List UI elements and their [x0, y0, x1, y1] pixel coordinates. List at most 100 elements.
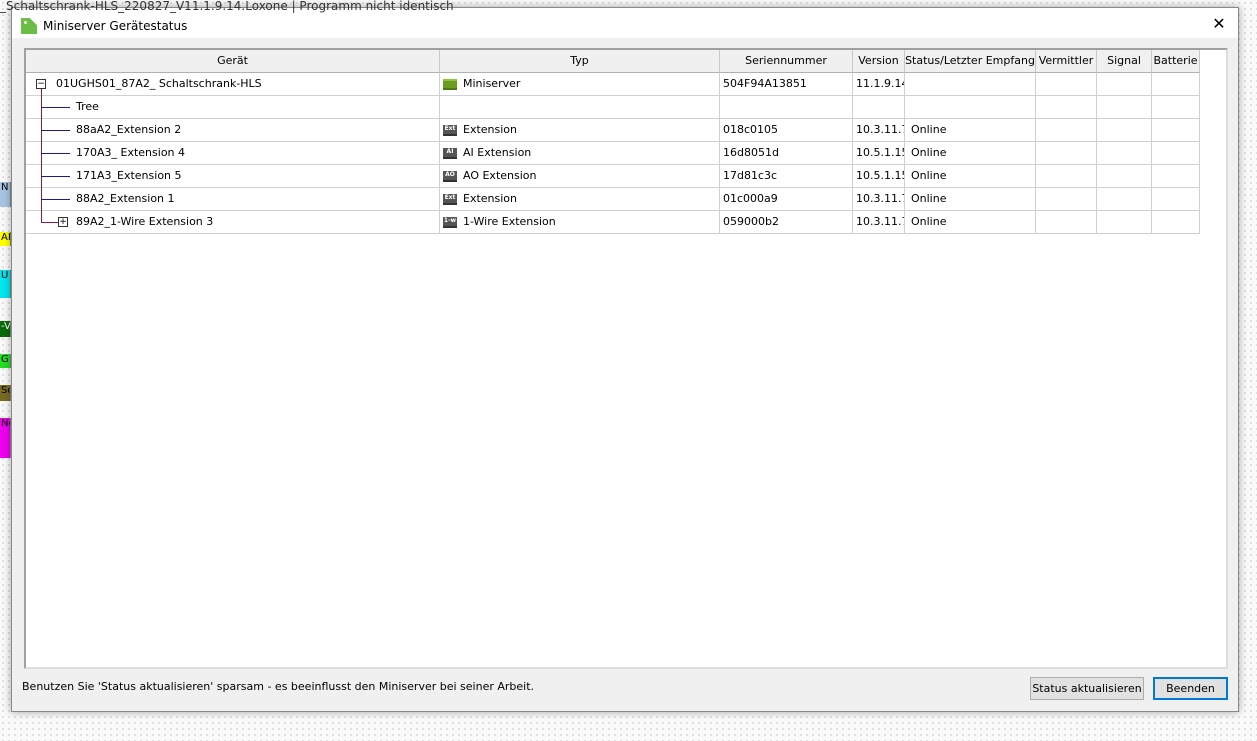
table-row[interactable]: 88A2_Extension 1 Ext Extension 01c000a9 10.3… — [26, 188, 1200, 211]
battery-cell — [1152, 165, 1200, 188]
tree-branch-line — [41, 199, 70, 200]
signal-cell — [1097, 165, 1152, 188]
header-version[interactable]: Version — [853, 50, 905, 73]
status-text: Online — [911, 123, 947, 136]
status-cell — [905, 96, 1036, 119]
device-name-cell: 89A2_1-Wire Extension 3 — [26, 211, 440, 234]
background-block-label: Ne — [0, 418, 11, 458]
type-cell — [440, 96, 720, 119]
table-row[interactable]: 171A3_Extension 5 AO AO Extension 17d81c3c 1… — [26, 165, 1200, 188]
background-block-label: AI — [0, 232, 11, 246]
serial-cell: 504F94A13851 — [720, 73, 853, 96]
status-cell: Online — [905, 165, 1036, 188]
status-cell: Online — [905, 119, 1036, 142]
expand-icon[interactable]: + — [58, 217, 68, 227]
background-block-label: U — [0, 270, 11, 298]
status-cell: Online — [905, 188, 1036, 211]
tree-branch-line — [41, 107, 70, 108]
version-cell: 10.5.1.15 — [853, 165, 905, 188]
signal-cell — [1097, 119, 1152, 142]
battery-cell — [1152, 119, 1200, 142]
header-seriennummer[interactable]: Seriennummer — [720, 50, 853, 73]
device-type: AI Extension — [463, 146, 532, 159]
signal-cell — [1097, 96, 1152, 119]
device-name-cell: Tree — [26, 96, 440, 119]
table-row[interactable]: 01UGHS01_87A2_ Schaltschrank-HLS Miniserv… — [26, 73, 1200, 96]
device-type: AO Extension — [463, 169, 537, 182]
status-cell — [905, 73, 1036, 96]
tree-branch-line — [41, 176, 70, 177]
header-status[interactable]: Status/Letzter Empfang — [905, 50, 1036, 73]
status-cell: Online — [905, 142, 1036, 165]
header-geraet[interactable]: Gerät — [26, 50, 440, 73]
loxone-config-icon — [21, 18, 37, 34]
close-button[interactable]: Beenden — [1153, 677, 1228, 700]
header-vermittler[interactable]: Vermittler — [1036, 50, 1097, 73]
type-cell: 1-w 1-Wire Extension — [440, 211, 720, 234]
type-cell: AI AI Extension — [440, 142, 720, 165]
table-header: Gerät Typ Seriennummer Version Status/Le… — [26, 50, 1200, 73]
device-status-dialog: Miniserver Gerätestatus ✕ Gerät Typ Seri… — [11, 7, 1239, 712]
ai-extension-icon: AI — [443, 147, 457, 159]
vermittler-cell — [1036, 165, 1097, 188]
miniserver-icon — [443, 78, 457, 90]
serial-cell: 059000b2 — [720, 211, 853, 234]
serial-cell: 018c0105 — [720, 119, 853, 142]
device-name-cell: 88A2_Extension 1 — [26, 188, 440, 211]
table-row[interactable]: 88aA2_Extension 2 Ext Extension 018c0105 10.… — [26, 119, 1200, 142]
device-name-cell: 170A3_ Extension 4 — [26, 142, 440, 165]
type-cell: AO AO Extension — [440, 165, 720, 188]
ao-extension-icon: AO — [443, 170, 457, 182]
battery-cell — [1152, 73, 1200, 96]
device-table: Gerät Typ Seriennummer Version Status/Le… — [24, 48, 1228, 669]
version-cell: 10.3.11.7 — [853, 188, 905, 211]
signal-cell — [1097, 142, 1152, 165]
version-cell — [853, 96, 905, 119]
background-block-label: -V — [0, 321, 11, 337]
battery-cell — [1152, 96, 1200, 119]
battery-cell — [1152, 188, 1200, 211]
extension-icon: Ext — [443, 124, 457, 136]
signal-cell — [1097, 73, 1152, 96]
serial-cell: 17d81c3c — [720, 165, 853, 188]
header-typ[interactable]: Typ — [440, 50, 720, 73]
table-row[interactable]: 89A2_1-Wire Extension 3 1-w 1-Wire Extensi… — [26, 211, 1200, 234]
device-type: Extension — [463, 192, 518, 205]
header-batterie[interactable]: Batterie — [1152, 50, 1200, 73]
type-cell: Ext Extension — [440, 188, 720, 211]
device-type: Miniserver — [463, 77, 521, 90]
vermittler-cell — [1036, 73, 1097, 96]
device-name-cell: 171A3_Extension 5 — [26, 165, 440, 188]
type-cell: Miniserver — [440, 73, 720, 96]
status-text: Online — [911, 146, 947, 159]
serial-cell — [720, 96, 853, 119]
status-cell: Online — [905, 211, 1036, 234]
close-icon[interactable]: ✕ — [1208, 13, 1230, 35]
device-type: Extension — [463, 123, 518, 136]
signal-cell — [1097, 211, 1152, 234]
tree-branch-line — [41, 222, 59, 223]
refresh-status-button[interactable]: Status aktualisieren — [1030, 677, 1144, 700]
table-row[interactable]: Tree — [26, 96, 1200, 119]
version-cell: 10.3.11.7 — [853, 211, 905, 234]
table-row[interactable]: 170A3_ Extension 4 AI AI Extension 16d8051d… — [26, 142, 1200, 165]
vermittler-cell — [1036, 142, 1097, 165]
serial-cell: 01c000a9 — [720, 188, 853, 211]
background-block-label: G — [0, 354, 11, 368]
vermittler-cell — [1036, 96, 1097, 119]
1wire-extension-icon: 1-w — [443, 216, 457, 228]
collapse-icon[interactable]: − — [36, 79, 46, 89]
battery-cell — [1152, 211, 1200, 234]
device-name-cell: 88aA2_Extension 2 — [26, 119, 440, 142]
tree-branch-line — [41, 130, 70, 131]
footer-hint: Benutzen Sie 'Status aktualisieren' spar… — [22, 680, 535, 693]
tree-branch-line — [41, 153, 70, 154]
device-name: 01UGHS01_87A2_ Schaltschrank-HLS — [56, 77, 262, 90]
serial-cell: 16d8051d — [720, 142, 853, 165]
version-cell: 10.5.1.15 — [853, 142, 905, 165]
background-block-label: Sc — [0, 385, 11, 401]
background-window-title: _Schaltschrank-HLS_220827_V11.1.9.14.Lox… — [0, 0, 454, 13]
header-signal[interactable]: Signal — [1097, 50, 1152, 73]
status-text: Online — [911, 215, 947, 228]
battery-cell — [1152, 142, 1200, 165]
